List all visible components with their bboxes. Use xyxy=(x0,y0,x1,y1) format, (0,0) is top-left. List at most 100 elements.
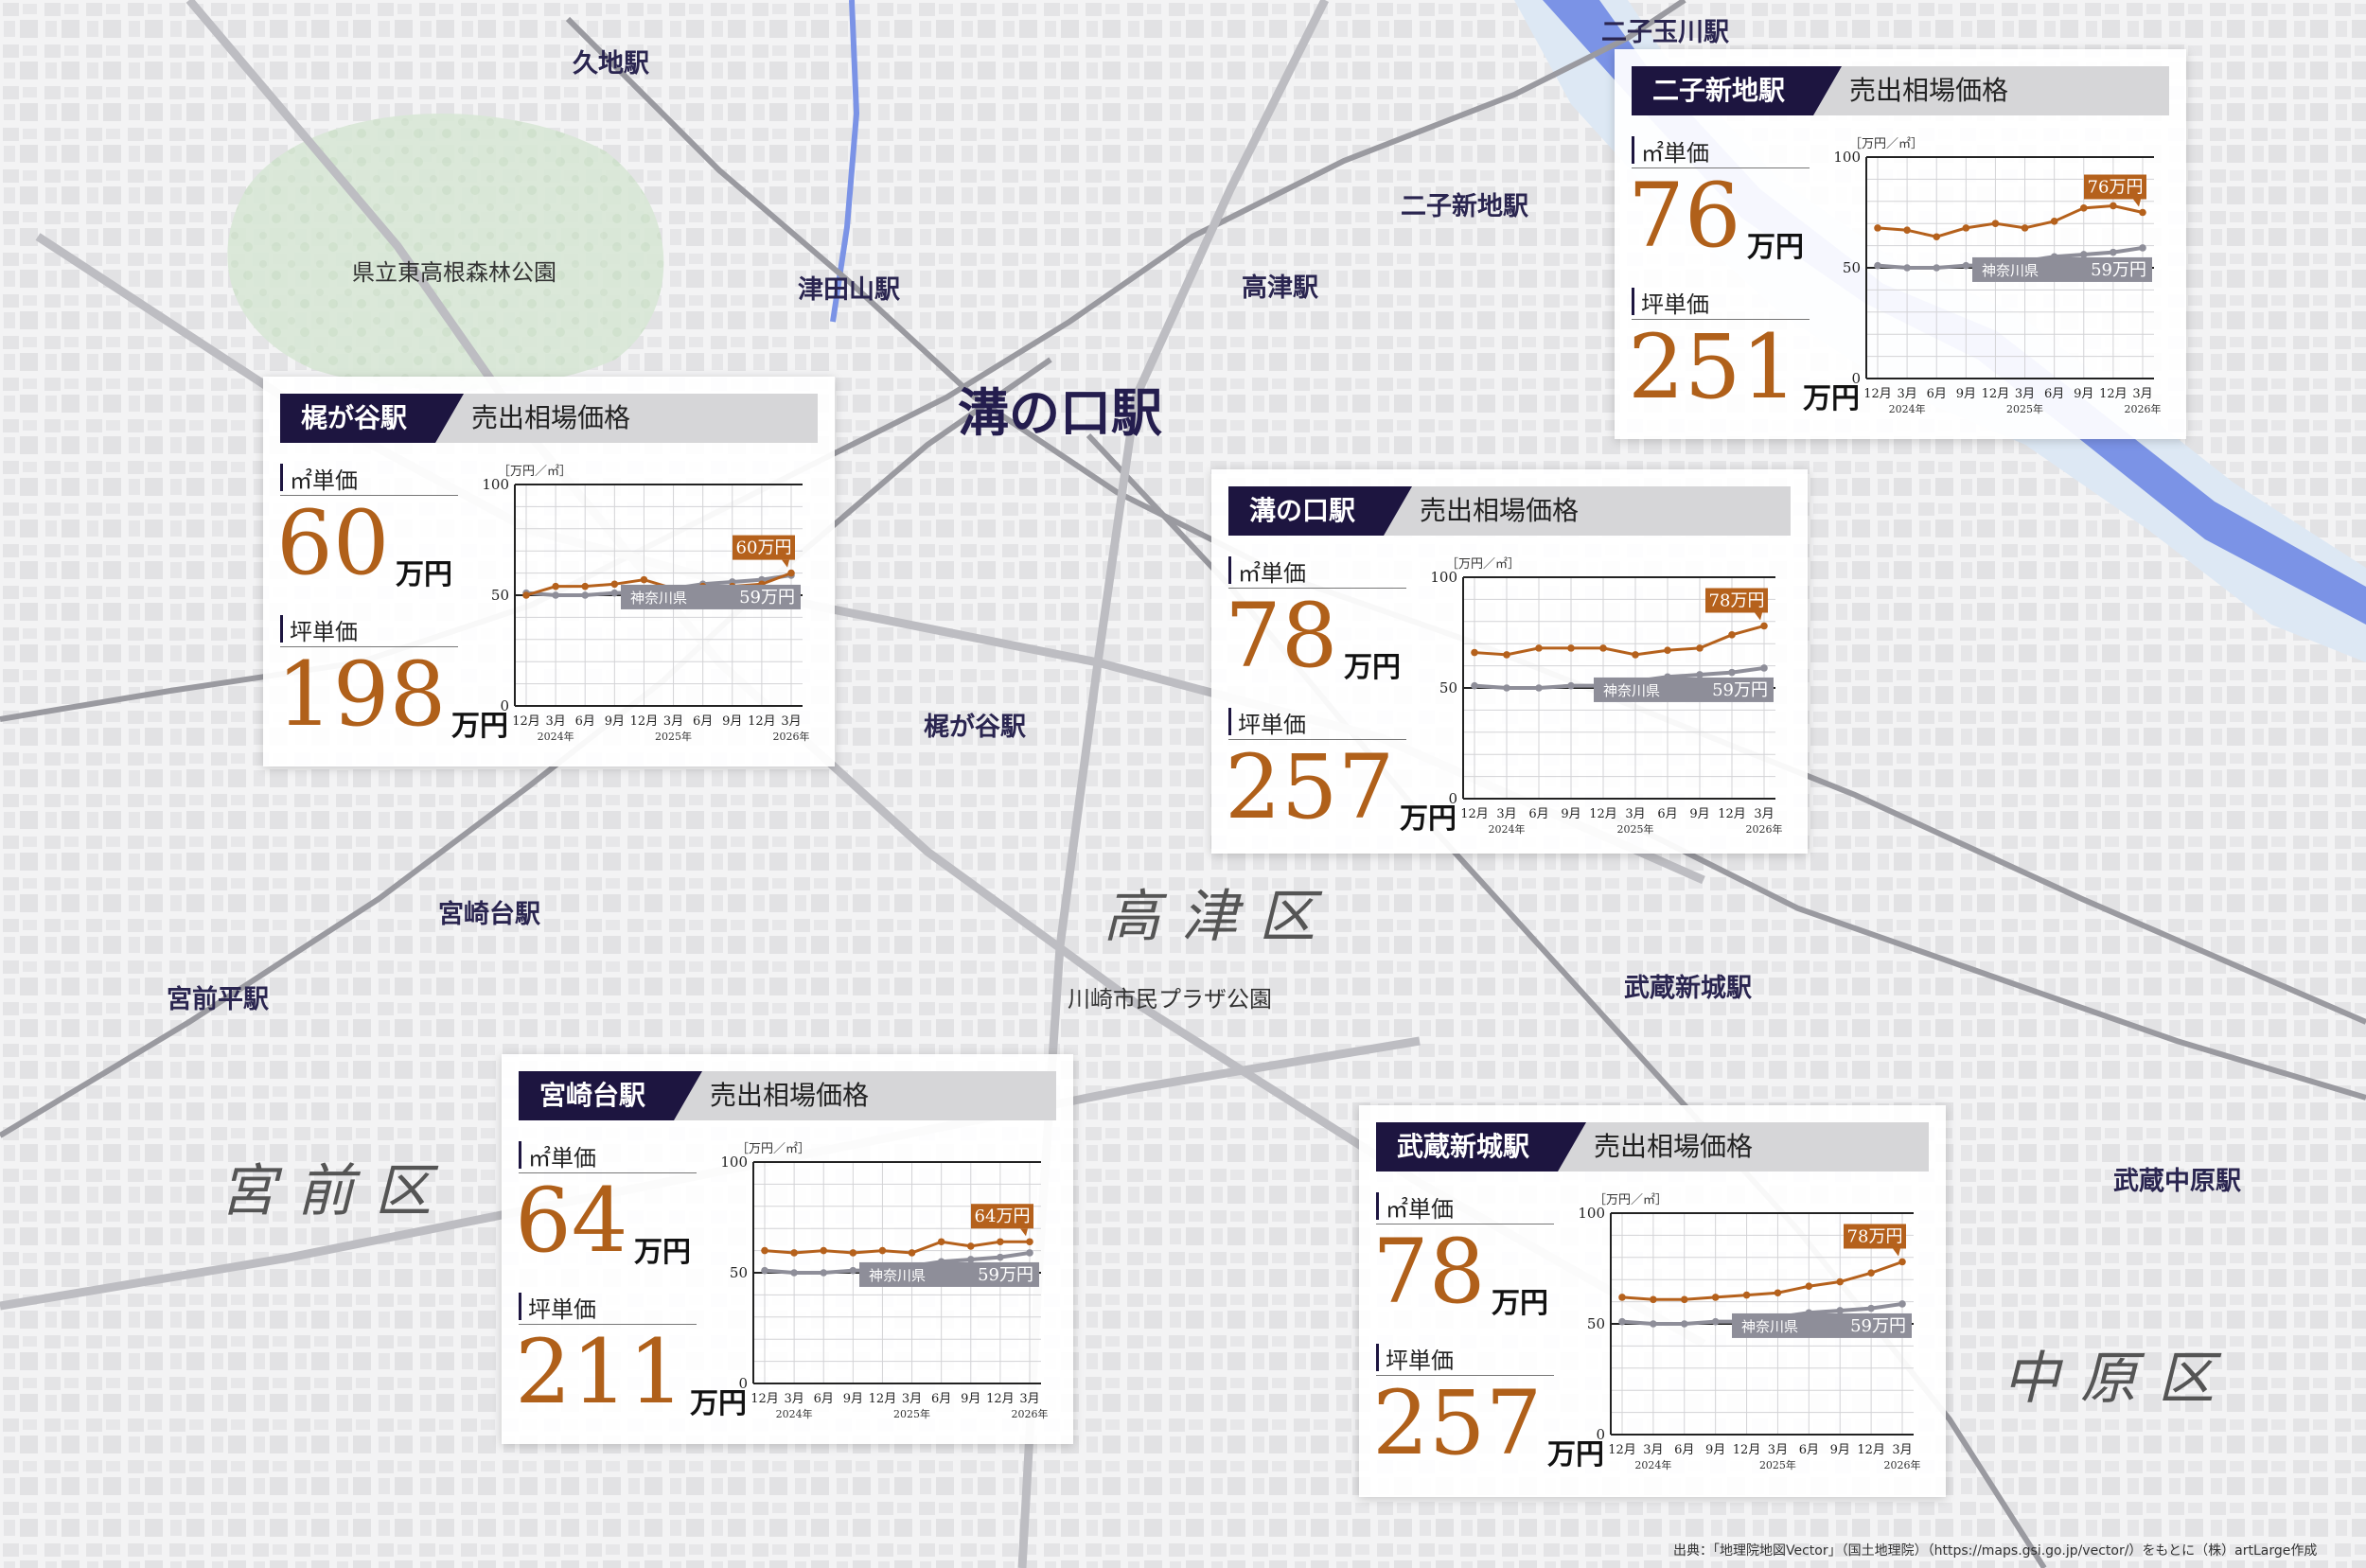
x-tick-label: 12月 xyxy=(748,714,776,729)
price-card-kajigaya: 梶が谷駅 売出相場価格 ㎡単価 60 万円 坪単価 198 万円 ［万円／㎡］ 0 50 100 12月… xyxy=(263,377,835,766)
x-tick-label: 12月 xyxy=(1460,807,1489,821)
header-station-name: 二子新地駅 xyxy=(1632,66,1842,115)
data-point xyxy=(1898,1258,1906,1266)
station-label-futako-tamagawa: 二子玉川駅 xyxy=(1601,18,1729,47)
card-header: 溝の口駅 売出相場価格 xyxy=(1228,486,1791,536)
station-label-musashi-nakahara: 武蔵中原駅 xyxy=(2113,1167,2241,1196)
data-point xyxy=(1728,668,1736,677)
data-point xyxy=(937,1238,945,1246)
x-year-label: 2025年 xyxy=(655,730,692,743)
data-point xyxy=(1760,622,1768,630)
x-tick-label: 3月 xyxy=(1496,807,1516,821)
park-label-higashitakane: 県立東高根森林公園 xyxy=(352,259,556,286)
svg-text:神奈川県: 神奈川県 xyxy=(1603,682,1660,699)
x-tick-label: 12月 xyxy=(1863,387,1892,401)
data-point xyxy=(1991,220,2000,227)
data-point xyxy=(1535,684,1543,692)
x-tick-label: 3月 xyxy=(1897,387,1916,401)
data-point xyxy=(610,589,619,597)
ward-label-takatsu: 高津区 xyxy=(1104,884,1336,950)
x-tick-label: 9月 xyxy=(843,1392,863,1406)
series-line xyxy=(1877,203,2144,238)
data-point xyxy=(1650,1295,1657,1304)
x-tick-label: 12月 xyxy=(1718,807,1746,821)
x-tick-label: 12月 xyxy=(1982,387,2010,401)
y-tick-label: 0 xyxy=(1851,370,1861,387)
data-point xyxy=(1618,1317,1626,1326)
x-tick-label: 6月 xyxy=(1528,807,1548,821)
header-title: 売出相場価格 xyxy=(1420,495,1580,526)
y-tick-label: 0 xyxy=(1448,790,1457,807)
m2-price-label: ㎡単価 xyxy=(519,1139,697,1173)
x-year-label: 2024年 xyxy=(1889,402,1926,415)
svg-text:59万円: 59万円 xyxy=(1850,1316,1906,1336)
x-year-label: 2026年 xyxy=(1012,1407,1049,1420)
pref-end-label: 神奈川県 59万円 xyxy=(621,584,801,609)
x-year-label: 2024年 xyxy=(776,1407,813,1420)
data-point xyxy=(1503,684,1510,692)
data-point xyxy=(997,1238,1004,1246)
data-point xyxy=(581,582,590,590)
data-point xyxy=(849,1266,857,1275)
data-point xyxy=(849,1249,857,1257)
x-tick-label: 3月 xyxy=(2132,387,2152,401)
price-card-miyazakidai: 宮崎台駅 売出相場価格 ㎡単価 64 万円 坪単価 211 万円 ［万円／㎡］ 0 50 100 12月… xyxy=(502,1054,1073,1444)
x-tick-label: 12月 xyxy=(630,714,659,729)
data-point xyxy=(2110,248,2117,256)
card-header: 二子新地駅 売出相場価格 xyxy=(1632,66,2169,115)
local-end-label: 78万円 xyxy=(1844,1224,1906,1257)
svg-text:64万円: 64万円 xyxy=(975,1207,1031,1226)
x-year-label: 2026年 xyxy=(773,730,810,743)
svg-text:78万円: 78万円 xyxy=(1709,590,1765,610)
x-tick-label: 12月 xyxy=(1733,1443,1761,1457)
pref-end-label: 神奈川県 59万円 xyxy=(1594,677,1774,702)
station-label-kajigaya: 梶が谷駅 xyxy=(924,713,1026,742)
data-point xyxy=(1836,1277,1845,1286)
m2-price-unit: 万円 xyxy=(1747,231,1804,264)
svg-text:神奈川県: 神奈川県 xyxy=(630,590,687,607)
data-point xyxy=(1962,261,1970,270)
series-line xyxy=(1621,1260,1903,1301)
station-label-takatsu: 高津駅 xyxy=(1242,273,1318,303)
data-point xyxy=(761,1266,768,1275)
data-point xyxy=(820,1269,828,1277)
park-label-plaza: 川崎市民プラザ公園 xyxy=(1068,986,1272,1013)
header-title: 売出相場価格 xyxy=(710,1080,870,1111)
source-note: 出典：「地理院地図Vector」（国土地理院）（https://maps.gsi… xyxy=(1673,1543,2318,1559)
x-tick-label: 6月 xyxy=(1657,807,1677,821)
data-point xyxy=(1680,1320,1688,1328)
x-year-label: 2026年 xyxy=(1884,1458,1921,1471)
data-point xyxy=(878,1246,887,1255)
x-tick-label: 3月 xyxy=(1768,1443,1788,1457)
data-point xyxy=(1898,1300,1906,1308)
x-tick-label: 3月 xyxy=(545,714,565,729)
data-point xyxy=(2050,218,2058,225)
x-tick-label: 6月 xyxy=(931,1392,951,1406)
header-title: 売出相場価格 xyxy=(471,402,631,433)
data-point xyxy=(1664,646,1671,655)
y-tick-label: 50 xyxy=(491,587,509,604)
m2-price-label: ㎡単価 xyxy=(280,462,458,496)
header-station-name: 武蔵新城駅 xyxy=(1376,1122,1586,1172)
station-label-musashi-shinjo: 武蔵新城駅 xyxy=(1624,974,1752,1003)
data-point xyxy=(1696,671,1704,678)
data-point xyxy=(2079,251,2088,258)
x-year-label: 2024年 xyxy=(538,730,574,743)
station-label-tsudayama: 津田山駅 xyxy=(798,275,900,305)
station-label-mizonokuchi: 溝の口駅 xyxy=(958,382,1162,443)
header-title: 売出相場価格 xyxy=(1849,75,2009,106)
svg-text:59万円: 59万円 xyxy=(978,1265,1033,1285)
x-tick-label: 12月 xyxy=(750,1392,779,1406)
tsubo-price-label: 坪単価 xyxy=(1228,706,1406,740)
y-tick-label: 0 xyxy=(738,1375,748,1392)
x-tick-label: 6月 xyxy=(1674,1443,1694,1457)
svg-text:59万円: 59万円 xyxy=(1712,680,1768,700)
x-tick-label: 12月 xyxy=(1608,1443,1636,1457)
data-point xyxy=(1867,1269,1875,1277)
tsubo-price-label: 坪単価 xyxy=(280,613,458,647)
ward-label-miyamae: 宮前区 xyxy=(220,1158,452,1224)
x-year-label: 2025年 xyxy=(1759,1458,1796,1471)
svg-text:神奈川県: 神奈川県 xyxy=(1741,1318,1798,1335)
data-point xyxy=(1874,261,1881,270)
tsubo-price-value: 257 xyxy=(1372,1372,1543,1475)
